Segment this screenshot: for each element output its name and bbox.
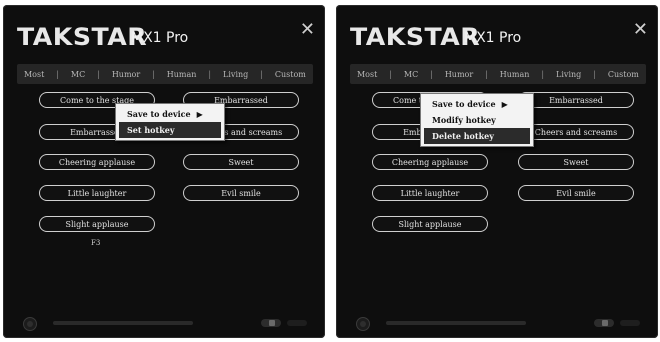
model-name: MX1 Pro (464, 30, 522, 46)
sound-button-cheers-and-screams[interactable]: Cheers and screams (518, 124, 634, 140)
menu-item-label: Save to device (432, 99, 496, 109)
sound-button-evil-smile[interactable]: Evil smile (518, 185, 634, 201)
close-icon[interactable]: ✕ (633, 19, 648, 40)
brand-logo: TAKSTAR (350, 23, 481, 51)
volume-slider[interactable] (53, 321, 193, 325)
model-name: MX1 Pro (131, 30, 189, 46)
tab-humor[interactable]: Humor (110, 70, 142, 79)
menu-item-label: Save to device (127, 109, 191, 119)
status-indicator (620, 320, 640, 326)
context-menu: Save to device ▶ Modify hotkey Delete ho… (420, 93, 534, 147)
tab-separator: | (593, 69, 596, 79)
tab-human[interactable]: Human (165, 70, 199, 79)
power-knob-icon[interactable] (356, 317, 370, 331)
sound-button-sweet[interactable]: Sweet (518, 154, 634, 170)
tab-custom[interactable]: Custom (273, 70, 308, 79)
menu-item-modify-hotkey[interactable]: Modify hotkey (424, 112, 530, 128)
category-tabs: Most | MC | Humor | Human | Living | Cus… (17, 64, 313, 84)
menu-item-save-to-device[interactable]: Save to device ▶ (424, 96, 530, 112)
sound-button-little-laughter[interactable]: Little laughter (39, 185, 155, 201)
menu-item-save-to-device[interactable]: Save to device ▶ (119, 106, 221, 122)
tab-custom[interactable]: Custom (606, 70, 641, 79)
tab-separator: | (260, 69, 263, 79)
tab-separator: | (541, 69, 545, 79)
tab-separator: | (485, 69, 488, 79)
menu-item-delete-hotkey[interactable]: Delete hotkey (424, 128, 530, 144)
tab-separator: | (430, 69, 433, 79)
category-tabs: Most | MC | Humor | Human | Living | Cus… (350, 64, 646, 84)
menu-item-set-hotkey[interactable]: Set hotkey (119, 122, 221, 138)
app-window-right: TAKSTAR MX1 Pro ✕ Most | MC | Humor | Hu… (336, 5, 658, 338)
close-icon[interactable]: ✕ (300, 19, 315, 40)
tab-humor[interactable]: Humor (443, 70, 475, 79)
sound-button-cheering-applause[interactable]: Cheering applause (372, 154, 488, 170)
chevron-right-icon: ▶ (501, 99, 508, 109)
tab-separator: | (97, 69, 100, 79)
sound-button-slight-applause[interactable]: Slight applause (39, 216, 155, 232)
tab-separator: | (389, 69, 392, 79)
tab-human[interactable]: Human (498, 70, 532, 79)
context-menu: Save to device ▶ Set hotkey (115, 103, 225, 141)
tab-most[interactable]: Most (355, 70, 379, 79)
toggle-switch[interactable] (594, 319, 614, 327)
bottom-controls (336, 305, 658, 338)
volume-slider[interactable] (386, 321, 526, 325)
power-knob-icon[interactable] (23, 317, 37, 331)
chevron-right-icon: ▶ (196, 109, 203, 119)
tab-living[interactable]: Living (221, 70, 250, 79)
app-window-left: TAKSTAR MX1 Pro ✕ Most | MC | Humor | Hu… (3, 5, 325, 338)
tab-mc[interactable]: MC (402, 70, 420, 79)
hotkey-label: F3 (91, 239, 101, 247)
status-indicator (287, 320, 307, 326)
tab-separator: | (208, 69, 212, 79)
toggle-switch[interactable] (261, 319, 281, 327)
tab-living[interactable]: Living (554, 70, 583, 79)
sound-button-evil-smile[interactable]: Evil smile (183, 185, 299, 201)
bottom-controls (3, 305, 325, 338)
sound-button-cheering-applause[interactable]: Cheering applause (39, 154, 155, 170)
tab-mc[interactable]: MC (69, 70, 87, 79)
sound-button-embarrassed[interactable]: Embarrassed (518, 92, 634, 108)
tab-separator: | (56, 69, 59, 79)
brand-logo: TAKSTAR (17, 23, 148, 51)
sound-button-little-laughter[interactable]: Little laughter (372, 185, 488, 201)
tab-separator: | (152, 69, 155, 79)
sound-button-sweet[interactable]: Sweet (183, 154, 299, 170)
tab-most[interactable]: Most (22, 70, 46, 79)
sound-button-slight-applause[interactable]: Slight applause (372, 216, 488, 232)
